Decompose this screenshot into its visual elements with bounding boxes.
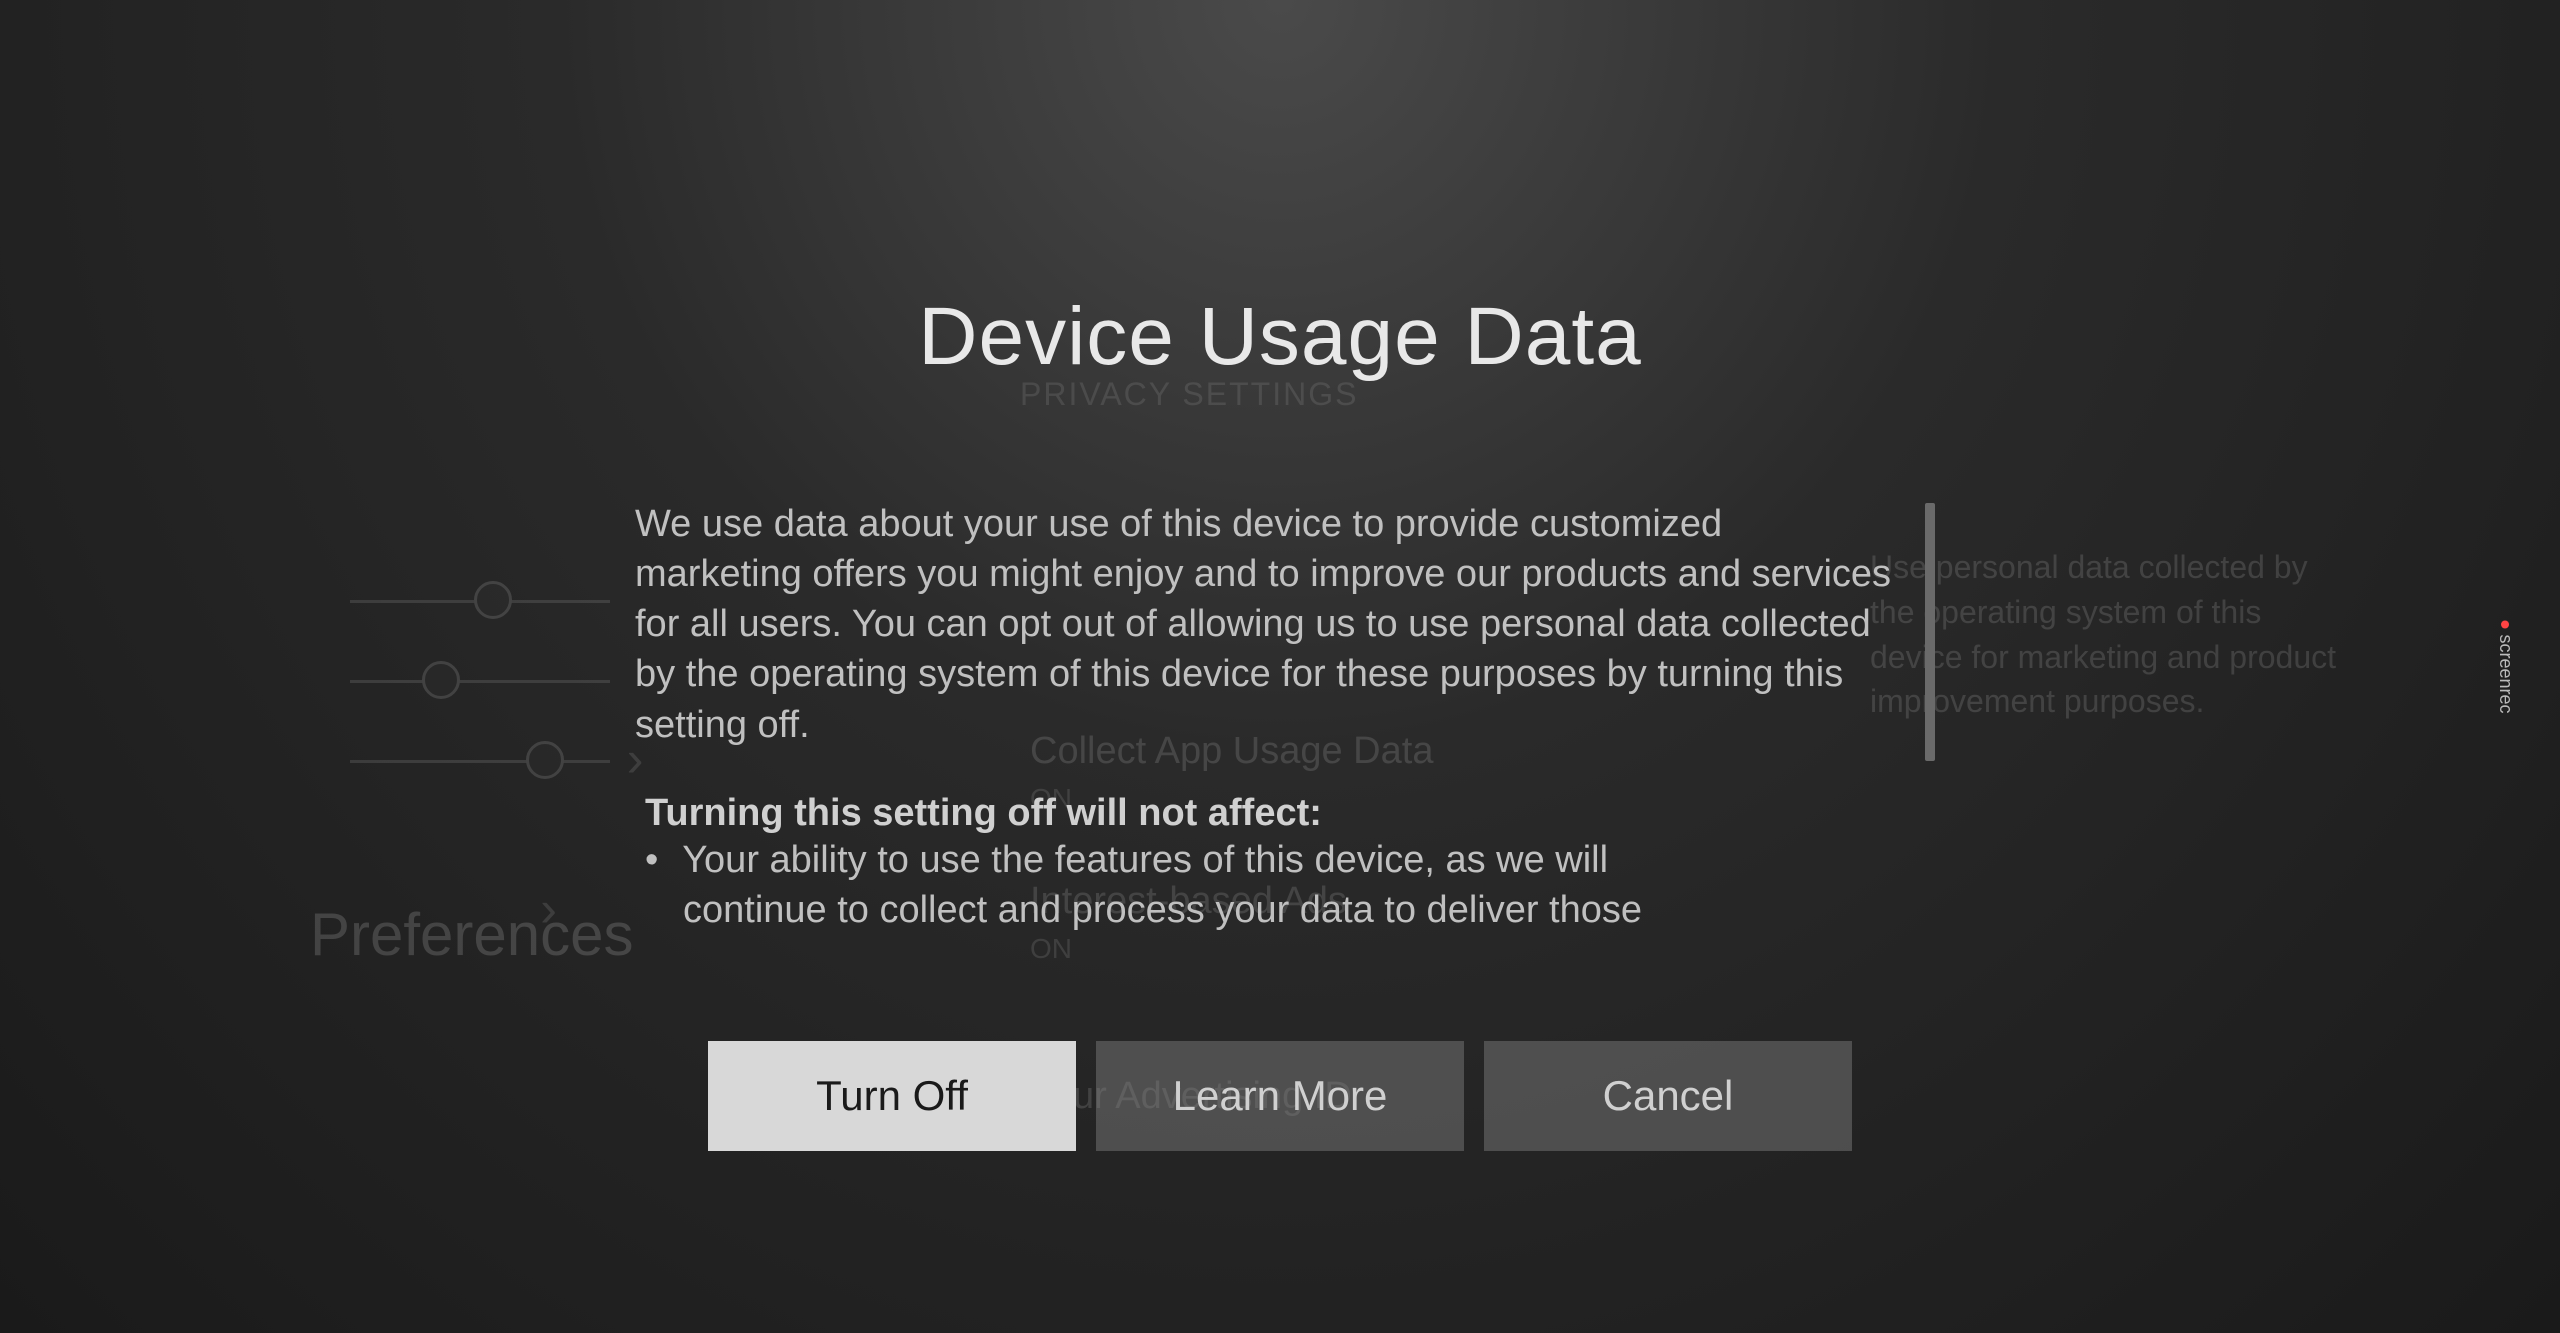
learn-more-button[interactable]: Learn More	[1096, 1041, 1464, 1151]
scrollbar[interactable]	[1925, 503, 1935, 761]
dialog-paragraph: We use data about your use of this devic…	[635, 499, 1895, 750]
watermark-text: screenrec	[2495, 634, 2516, 713]
dialog-subheading: Turning this setting off will not affect…	[635, 792, 1895, 835]
bullet-text-line2: continue to collect and process your dat…	[645, 889, 1642, 931]
device-usage-dialog: Device Usage Data We use data about your…	[0, 0, 2560, 1333]
record-dot-icon	[2501, 620, 2509, 628]
dialog-title: Device Usage Data	[918, 290, 1641, 384]
turn-off-button[interactable]: Turn Off	[708, 1041, 1076, 1151]
cancel-button[interactable]: Cancel	[1484, 1041, 1852, 1151]
dialog-bullet-1: Your ability to use the features of this…	[635, 835, 1895, 935]
bullet-text-line1: Your ability to use the features of this…	[682, 839, 1608, 881]
dialog-scroll-area[interactable]: We use data about your use of this devic…	[635, 499, 1895, 949]
screenrec-watermark: screenrec	[2495, 620, 2516, 713]
dialog-button-row: Turn Off Learn More Cancel	[708, 1041, 1852, 1151]
dialog-body: We use data about your use of this devic…	[635, 499, 1925, 949]
